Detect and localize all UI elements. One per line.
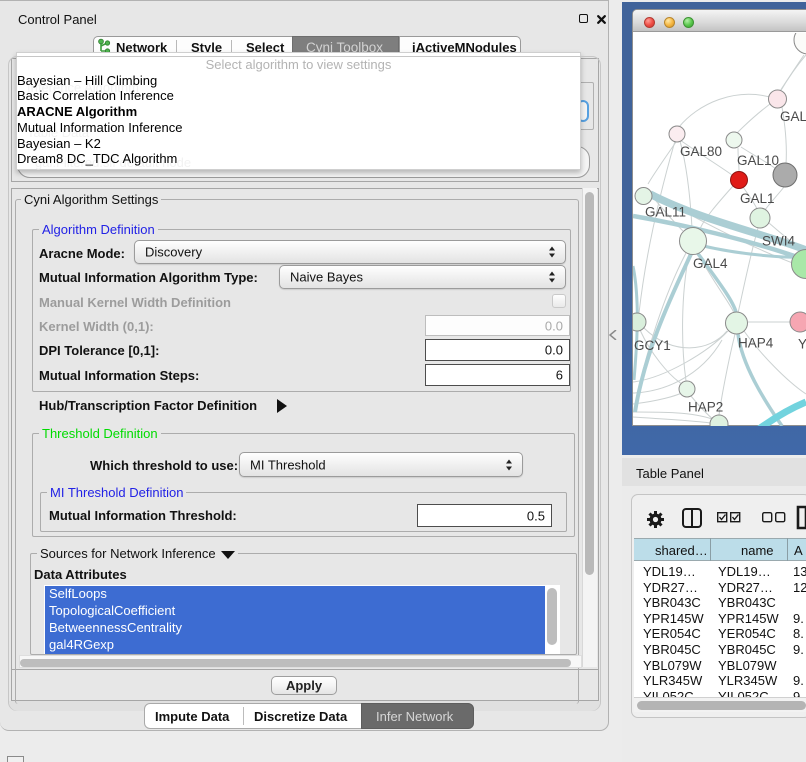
svg-text:Y: Y [798,337,806,352]
svg-text:HAP2: HAP2 [688,400,723,415]
svg-text:GCY1: GCY1 [634,338,671,353]
svg-text:GAL4: GAL4 [693,256,728,271]
svg-text:GAL80: GAL80 [680,144,722,159]
svg-text:GAL10: GAL10 [737,153,779,168]
svg-text:GAL11: GAL11 [645,205,686,220]
svg-text:HAP4: HAP4 [738,336,774,351]
svg-text:GAL7: GAL7 [780,109,806,124]
svg-text:GAL1: GAL1 [740,191,775,206]
svg-text:SWI4: SWI4 [762,234,795,249]
